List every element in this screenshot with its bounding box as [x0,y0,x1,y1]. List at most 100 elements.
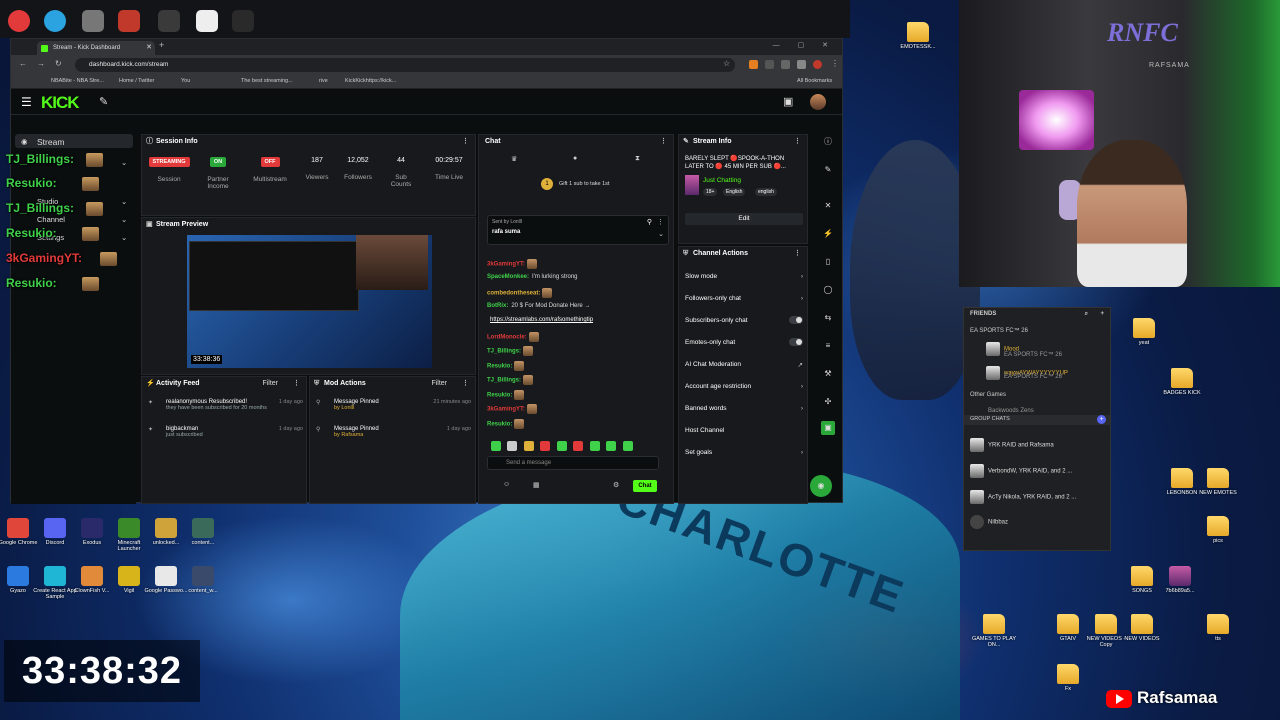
category-name[interactable]: Just Chatting [703,177,741,184]
app-icon[interactable] [8,10,30,32]
emote[interactable] [589,440,600,451]
group-chat-item[interactable]: VerbondW, YRK RAID, and 2 ... [970,464,1072,478]
chat-icon[interactable]: ◯ [821,283,835,297]
back-icon[interactable]: ← [19,59,27,68]
channel-action-item[interactable]: AI Chat Moderation ↗ [685,361,803,369]
list-icon[interactable]: ≡ [821,339,835,353]
live-status-icon[interactable]: ◉ [810,475,832,497]
desktop-icon[interactable]: content... [180,518,226,546]
bookmark-item[interactable]: KickKickhttps://kick... [345,78,396,84]
info-icon[interactable]: ⓘ [821,135,835,149]
chevron-down-icon[interactable]: ⌄ [121,197,127,206]
bookmark-item[interactable]: Home / Twitter [119,78,154,84]
sidebar-item-stream[interactable]: Stream [37,137,64,147]
group-chat-item[interactable]: AcTy Nikola, YRK RAID, and 2 ... [970,490,1076,504]
chevron-right-icon[interactable]: › [801,295,803,302]
app-icon[interactable] [44,10,66,32]
chat-username[interactable]: Resukio: [487,392,512,398]
kick-logo[interactable]: KICK [41,93,80,113]
window-controls[interactable]: — ▢ ✕ [773,41,836,49]
filter-button[interactable]: Filter [431,377,447,390]
chat-username[interactable]: Resukio: [487,363,512,369]
more-options-icon[interactable]: ⋮ [794,135,801,148]
edit-button[interactable]: Edit [685,213,803,225]
chevron-right-icon[interactable]: › [801,273,803,280]
extension-icon[interactable] [797,60,806,69]
chevron-right-icon[interactable]: › [801,383,803,390]
chevron-right-icon[interactable]: › [801,449,803,456]
group-chat-item[interactable]: YRK RAID and Rafsama [970,438,1054,452]
browser-tab[interactable]: Stream - Kick Dashboard ✕ [37,41,155,55]
bookmark-item[interactable]: NBABite - NBA Stre... [51,78,104,84]
lightning-icon[interactable]: ⚡ [821,227,835,241]
plugin-icon[interactable]: ▣ [821,421,835,435]
app-icon[interactable] [82,10,104,32]
chat-bubble-icon[interactable]: ● [573,155,577,162]
wrench-icon[interactable]: ⚒ [821,367,835,381]
chat-username[interactable]: Resukio: [487,421,512,427]
chevron-down-icon[interactable]: ⌄ [121,158,127,167]
tools-icon[interactable]: ✎ [99,95,108,108]
desktop-icon[interactable]: GAMES TO PLAY ON... [970,614,1018,648]
hamburger-menu-icon[interactable]: ☰ [21,95,32,109]
close-tab-icon[interactable]: ✕ [146,41,152,55]
document-icon[interactable]: ▯ [821,255,835,269]
reload-icon[interactable]: ↻ [55,59,62,68]
channel-action-item[interactable]: Emotes-only chat [685,338,803,346]
channel-action-item[interactable]: Followers-only chat › [685,295,803,302]
bookmark-item[interactable]: The best streaming... [241,78,293,84]
emote[interactable] [573,440,584,451]
hourglass-icon[interactable]: ⧗ [635,155,640,163]
channel-action-item[interactable]: Host Channel [685,427,803,434]
profile-icon[interactable] [813,60,822,69]
extension-icon[interactable] [781,60,790,69]
toggle-switch[interactable] [789,316,803,324]
app-icon[interactable] [158,10,180,32]
chat-username[interactable]: TJ_Billings: [487,378,521,384]
desktop-icon[interactable]: yeat [1120,318,1168,346]
emote[interactable] [523,440,534,451]
gear-icon[interactable]: ⚙ [613,481,619,489]
chat-username[interactable]: TJ_Billings: [487,349,521,355]
more-options-icon[interactable]: ⋮ [293,377,300,390]
desktop-icon[interactable]: NEW VIDEOS [1118,614,1166,642]
channel-action-item[interactable]: Banned words › [685,405,803,412]
swap-icon[interactable]: ⇆ [821,311,835,325]
emote[interactable] [507,440,518,451]
forward-icon[interactable]: → [37,59,45,68]
gift-icon[interactable]: 1 [541,178,553,190]
more-options-icon[interactable]: ⋮ [657,218,664,226]
desktop-icon[interactable]: 7b6b89a5... [1156,566,1204,594]
filter-button[interactable]: Filter [262,377,278,390]
chat-username[interactable]: SpaceMonkee: [487,274,529,280]
trophy-icon[interactable]: ♛ [511,155,517,163]
more-options-icon[interactable]: ⋮ [462,377,469,390]
chevron-down-icon[interactable]: ⌄ [121,215,127,224]
sidebar-item-channel[interactable]: Channel [37,215,65,224]
desktop-icon[interactable]: tts [1194,614,1242,642]
emote[interactable] [606,440,617,451]
channel-action-item[interactable]: Subscribers-only chat [685,316,803,324]
more-options-icon[interactable]: ⋮ [660,135,667,148]
desktop-icon[interactable]: Fx [1044,664,1092,692]
more-options-icon[interactable]: ⋮ [794,247,801,260]
add-group-icon[interactable]: + [1097,415,1106,424]
send-chat-button[interactable]: Chat [633,480,657,492]
calendar-icon[interactable]: ▦ [533,481,540,489]
extension-icon[interactable] [765,60,774,69]
desktop-icon[interactable]: content_w... [180,566,226,594]
new-tab-button[interactable]: + [159,40,164,50]
bookmark-star-icon[interactable]: ☆ [723,59,730,68]
emote[interactable] [491,440,501,451]
user-avatar[interactable] [810,94,826,110]
desktop-icon[interactable]: pics [1194,516,1242,544]
emote[interactable] [556,440,567,451]
more-options-icon[interactable]: ⋮ [462,135,469,148]
live-icon[interactable]: ▣ [783,95,793,108]
desktop-icon[interactable]: EMOTESSK... [894,22,942,50]
channel-action-item[interactable]: Account age restriction › [685,383,803,390]
menu-dots-icon[interactable]: ⋮ [831,59,839,68]
emote[interactable] [622,440,633,451]
emote[interactable] [540,440,551,451]
bookmark-item[interactable]: rive [319,78,328,84]
